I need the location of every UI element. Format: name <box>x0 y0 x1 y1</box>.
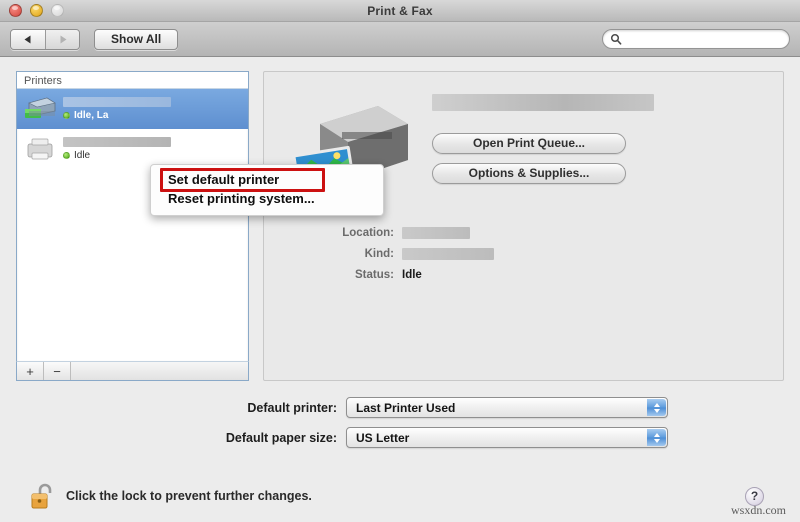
back-arrow-icon <box>24 35 31 43</box>
info-row-kind: Kind: <box>282 243 783 264</box>
print-and-fax-window: Print & Fax Show All Printers Idle, La I… <box>0 0 800 522</box>
panes-container: Printers Idle, La Idle + − Open Print Qu… <box>16 71 784 381</box>
printer-list[interactable]: Printers Idle, La Idle <box>16 71 249 361</box>
printer-status: Idle, La <box>63 110 242 121</box>
printer-list-header: Printers <box>17 72 248 89</box>
printer-name-redacted <box>63 97 171 107</box>
menu-item-reset-printing-system[interactable]: Reset printing system... <box>151 189 383 208</box>
zoom-button <box>51 4 64 17</box>
default-printer-select[interactable]: Last Printer Used <box>346 397 668 418</box>
printer-context-menu[interactable]: Set default printer Reset printing syste… <box>150 164 384 216</box>
default-printer-label: Default printer: <box>247 400 337 415</box>
status-dot-icon <box>63 112 70 119</box>
location-label: Location: <box>342 226 394 239</box>
default-printer-row: Default printer: Last Printer Used <box>16 397 784 418</box>
toolbar: Show All <box>0 22 800 57</box>
show-all-button[interactable]: Show All <box>94 28 179 50</box>
status-label: Status: <box>355 268 394 281</box>
printer-icon <box>25 97 56 118</box>
chevron-updown-icon <box>647 429 666 446</box>
search-input[interactable] <box>602 29 790 49</box>
forward-arrow-icon <box>60 35 66 43</box>
options-and-supplies-button[interactable]: Options & Supplies... <box>432 163 626 184</box>
default-paper-size-select[interactable]: US Letter <box>346 427 668 448</box>
list-item-meta: Idle, La <box>63 97 242 121</box>
kind-value-redacted <box>402 247 494 260</box>
window-controls <box>9 4 64 17</box>
chevron-updown-icon <box>647 399 666 416</box>
default-printer-value: Last Printer Used <box>356 400 456 415</box>
menu-item-set-default-printer[interactable]: Set default printer <box>151 168 383 192</box>
list-item[interactable]: Idle <box>17 129 248 169</box>
printer-status-label: Idle <box>74 150 91 161</box>
status-dot-icon <box>63 152 70 159</box>
printer-detail-pane: Open Print Queue... Options & Supplies..… <box>263 71 784 381</box>
list-item[interactable]: Idle, La <box>17 89 248 129</box>
search-field-wrapper <box>602 29 790 49</box>
nav-button-group <box>10 28 80 50</box>
default-paper-size-row: Default paper size: US Letter <box>16 427 784 448</box>
forward-button[interactable] <box>45 29 79 49</box>
remove-printer-button[interactable]: − <box>44 362 71 380</box>
default-paper-size-label: Default paper size: <box>225 430 337 445</box>
lock-hint-text: Click the lock to prevent further change… <box>66 489 312 503</box>
open-print-queue-button[interactable]: Open Print Queue... <box>432 133 626 154</box>
info-row-status: Status: Idle <box>282 264 783 285</box>
title-bar: Print & Fax <box>0 0 800 22</box>
printer-icon <box>27 138 53 160</box>
defaults-form: Default printer: Last Printer Used Defau… <box>16 397 784 448</box>
printer-name-redacted <box>63 137 171 147</box>
printer-info-table: Location: Kind: Status: Idle <box>264 222 783 285</box>
kind-label: Kind: <box>364 247 394 260</box>
location-value-redacted <box>402 226 470 239</box>
printer-status-label: Idle, La <box>74 110 109 121</box>
footer-bar: Click the lock to prevent further change… <box>0 470 800 522</box>
default-paper-size-value: US Letter <box>356 430 410 445</box>
lock-open-icon[interactable] <box>30 481 56 511</box>
info-row-location: Location: <box>282 222 783 243</box>
minimize-button[interactable] <box>30 4 43 17</box>
list-item-meta: Idle <box>63 137 242 161</box>
printer-list-footer: + − <box>16 361 249 381</box>
add-printer-button[interactable]: + <box>17 362 44 380</box>
back-button[interactable] <box>11 29 45 49</box>
preference-content: Printers Idle, La Idle + − Open Print Qu… <box>0 57 800 522</box>
printer-list-pane: Printers Idle, La Idle + − <box>16 71 249 381</box>
close-button[interactable] <box>9 4 22 17</box>
printer-name-redacted <box>432 94 654 111</box>
printer-status: Idle <box>63 150 242 161</box>
status-value: Idle <box>402 268 422 281</box>
watermark: wsxdn.com <box>731 503 786 517</box>
window-title: Print & Fax <box>367 3 433 18</box>
detail-right: Open Print Queue... Options & Supplies..… <box>432 88 765 196</box>
